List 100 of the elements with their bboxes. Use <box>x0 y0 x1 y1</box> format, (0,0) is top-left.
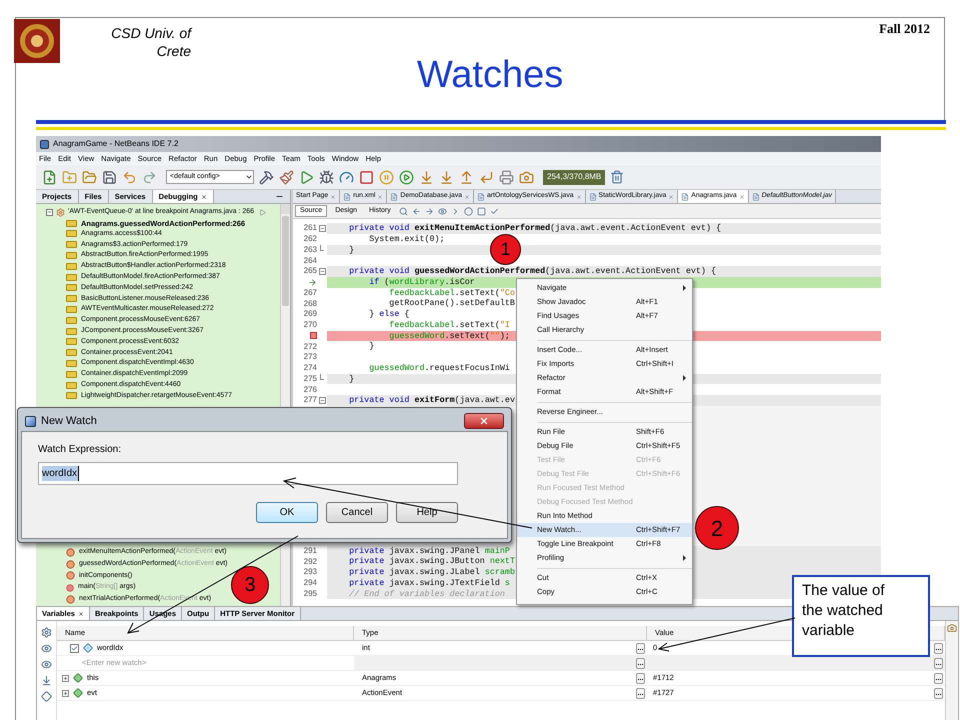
frame-icon <box>66 295 77 302</box>
collapse-icon[interactable] <box>46 208 53 216</box>
settings-icon[interactable] <box>41 627 52 638</box>
watch-view-icon[interactable] <box>41 659 52 670</box>
code-line: guessedWord.requestFocusInWi <box>368 362 510 374</box>
fold-icon[interactable] <box>318 224 326 232</box>
dialog-button[interactable]: Cancel <box>326 502 388 523</box>
expand-icon[interactable] <box>62 690 69 696</box>
submenu-arrow-icon <box>683 375 686 381</box>
check-icon[interactable] <box>490 206 499 216</box>
frame-icon <box>66 360 77 368</box>
fold-icon[interactable] <box>318 268 326 275</box>
ellipsis-button[interactable] <box>636 688 645 698</box>
institution-name: CSD Univ. of Crete <box>110 24 191 61</box>
code-line: guessedWord.setText(""); <box>388 330 510 342</box>
close-icon[interactable] <box>78 610 84 616</box>
new-file-icon[interactable] <box>42 170 57 184</box>
checkbox[interactable] <box>70 644 79 652</box>
line-number: 269 <box>304 308 317 320</box>
save-icon[interactable] <box>102 170 117 184</box>
code-line: } else { <box>368 308 410 320</box>
undo-icon[interactable] <box>122 170 137 184</box>
code-line: private void exitMenuItemActionPerformed(java.awt.event.ActionEvent evt) { <box>348 222 722 234</box>
fold-icon[interactable] <box>318 396 326 404</box>
memory-indicator[interactable]: 254,3/370,8MB <box>543 170 606 184</box>
stop-macro-icon[interactable] <box>476 206 486 216</box>
run-to-cursor-icon[interactable] <box>479 170 494 184</box>
callout-note: The value of the watched variable <box>792 575 930 657</box>
ellipsis-button[interactable] <box>934 658 943 668</box>
ellipsis-button[interactable] <box>636 672 645 684</box>
slide-title: Watches <box>416 56 564 98</box>
expand-icon[interactable] <box>62 674 69 682</box>
ellipsis-button[interactable] <box>636 658 645 668</box>
step-over-icon[interactable] <box>419 170 434 184</box>
watch-toggle-icon[interactable] <box>41 643 52 654</box>
line-number: 268 <box>304 298 317 310</box>
method-icon <box>66 594 75 604</box>
line-number: 294 <box>304 577 317 590</box>
code-line: private javax.swing.JPanel mainP <box>348 544 510 556</box>
camera-icon[interactable] <box>519 170 534 184</box>
options-icon[interactable] <box>947 623 957 633</box>
continue-icon[interactable] <box>399 170 414 184</box>
code-line: System.exit(0); <box>368 232 445 246</box>
brush-icon[interactable] <box>279 170 294 184</box>
ellipsis-button[interactable] <box>934 672 943 684</box>
frame-icon <box>66 284 77 292</box>
frame-icon <box>66 241 77 248</box>
code-line: } <box>368 340 374 353</box>
next-icon[interactable] <box>424 206 434 216</box>
line-number: 262 <box>304 233 317 246</box>
previous-icon[interactable] <box>412 206 421 216</box>
line-number: 267 <box>304 286 317 299</box>
frame-icon <box>66 306 77 314</box>
close-icon[interactable] <box>200 194 207 200</box>
file-icon <box>752 192 760 200</box>
ellipsis-button[interactable] <box>636 642 645 654</box>
code-line: // End of variables declaration <box>348 588 505 600</box>
frame-icon <box>66 349 77 356</box>
printer-icon[interactable] <box>499 170 514 184</box>
dialog-button[interactable]: Help <box>396 502 458 523</box>
term-label: Fall 2012 <box>879 20 930 38</box>
gauge-icon[interactable] <box>339 170 354 184</box>
minus-icon <box>320 398 324 403</box>
line-number: 292 <box>304 556 317 568</box>
window-title: AnagramGame - NetBeans IDE 7.2 <box>53 138 178 150</box>
file-icon <box>588 192 597 200</box>
line-number: 277 <box>304 394 317 406</box>
play-icon[interactable] <box>299 170 314 184</box>
stop-icon[interactable] <box>359 170 374 184</box>
redo-icon[interactable] <box>142 170 157 184</box>
submenu-arrow-icon <box>683 555 686 561</box>
caret-icon <box>245 173 253 181</box>
resume-icon[interactable] <box>259 208 266 216</box>
thread-icon <box>56 208 65 217</box>
import-icon[interactable] <box>41 675 52 686</box>
line-number: 272 <box>304 340 317 353</box>
minus-icon <box>47 209 52 216</box>
close-button[interactable] <box>464 413 504 429</box>
dialog-button[interactable]: OK <box>256 502 318 523</box>
check-icon <box>71 644 78 652</box>
record-icon[interactable] <box>464 206 473 216</box>
step-out-icon[interactable] <box>459 170 474 184</box>
line-number: 275 <box>304 372 317 385</box>
find-icon[interactable] <box>398 206 408 216</box>
garbage-collect-icon[interactable] <box>610 170 624 184</box>
step-into-icon[interactable] <box>439 170 454 184</box>
line-number: 263 <box>304 244 317 256</box>
ellipsis-button[interactable] <box>934 642 943 654</box>
input-field[interactable]: wordIdx <box>38 462 458 485</box>
bug-icon[interactable] <box>319 170 334 184</box>
hammer-icon[interactable] <box>259 170 274 184</box>
variable-icon[interactable] <box>41 691 52 702</box>
line-number: 264 <box>304 254 317 267</box>
code-line: getRootPane().setDefaultB <box>388 297 515 310</box>
frame-icon <box>66 316 77 324</box>
toggle-highlight-icon[interactable] <box>438 206 447 216</box>
ellipsis-button[interactable] <box>934 688 943 698</box>
frame-icon <box>66 382 77 389</box>
close-icon <box>479 416 489 426</box>
open-folder-icon[interactable] <box>82 170 97 184</box>
